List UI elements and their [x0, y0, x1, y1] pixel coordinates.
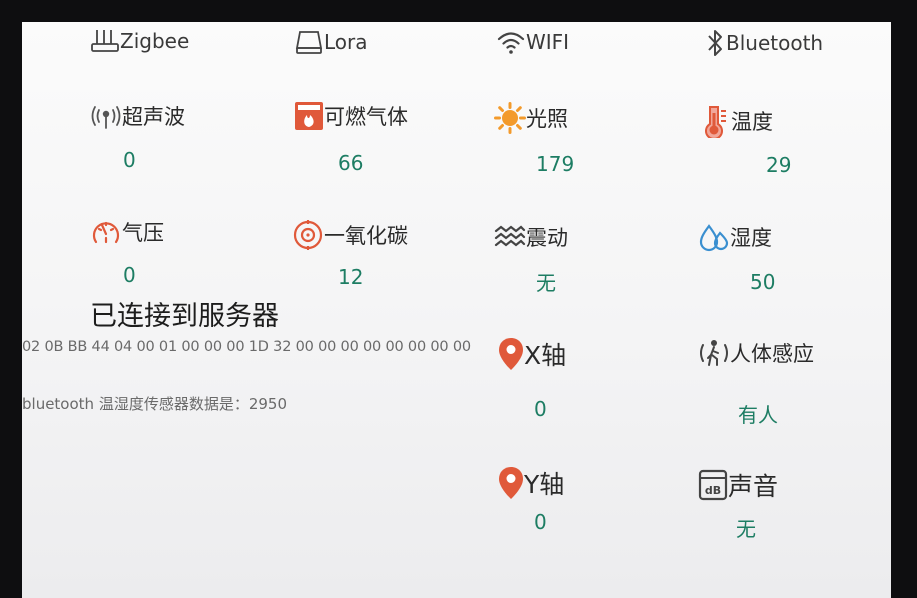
connection-status-title: 已连接到服务器: [90, 301, 279, 332]
pressure-label: 气压: [122, 221, 164, 245]
target-icon: [292, 219, 324, 251]
bluetooth-icon: [704, 28, 726, 58]
location-pin-icon: [498, 337, 524, 371]
light-item[interactable]: 光照: [494, 102, 568, 134]
humidity-value: 50: [750, 270, 776, 294]
y-axis-value: 0: [534, 510, 547, 534]
thermometer-icon: [699, 104, 731, 138]
zigbee-label: Zigbee: [120, 29, 190, 53]
vibration-item[interactable]: 震动: [494, 222, 568, 252]
gas-label: 可燃气体: [324, 105, 408, 129]
location-pin-icon: [498, 466, 524, 500]
humidity-item[interactable]: 湿度: [698, 222, 772, 252]
wave-icon: [494, 223, 526, 251]
pressure-item[interactable]: 气压: [90, 217, 164, 247]
lora-label: Lora: [324, 30, 368, 54]
co-item[interactable]: 一氧化碳: [292, 219, 408, 251]
wifi-label: WIFI: [526, 30, 570, 54]
sun-icon: [494, 102, 526, 134]
gauge-icon: [90, 217, 122, 247]
y-axis-label: Y轴: [524, 470, 565, 499]
x-axis-item[interactable]: X轴: [498, 336, 566, 372]
router-icon: [90, 26, 120, 56]
ultrasonic-item[interactable]: 超声波: [90, 100, 185, 132]
hex-data-line: 02 0B BB 44 04 00 01 00 00 00 1D 32 00 0…: [22, 339, 471, 355]
wifi-item[interactable]: WIFI: [496, 28, 569, 56]
bluetooth-item[interactable]: Bluetooth: [704, 28, 823, 58]
db-icon: dB: [698, 469, 728, 501]
co-value: 12: [338, 265, 364, 289]
sound-label: 声音: [728, 472, 779, 501]
sound-item[interactable]: dB 声音: [698, 467, 778, 503]
presence-label: 人体感应: [730, 342, 814, 366]
bluetooth-label: Bluetooth: [726, 31, 824, 55]
bluetooth-message: bluetooth 温湿度传感器数据是：2950: [22, 395, 287, 413]
device-icon: [294, 28, 324, 56]
presence-item[interactable]: 人体感应: [698, 337, 814, 369]
ultrasonic-value: 0: [123, 148, 136, 172]
co-label: 一氧化碳: [324, 224, 408, 248]
y-axis-item[interactable]: Y轴: [498, 465, 564, 501]
droplet-icon: [698, 222, 730, 252]
gas-item[interactable]: 可燃气体: [294, 100, 408, 132]
temperature-value: 29: [766, 153, 792, 177]
temperature-item[interactable]: 温度: [699, 104, 773, 138]
light-label: 光照: [526, 107, 568, 131]
x-axis-value: 0: [534, 397, 547, 421]
person-icon: [698, 337, 730, 369]
zigbee-item[interactable]: Zigbee: [90, 26, 189, 56]
vibration-label: 震动: [526, 226, 568, 250]
signal-icon: [90, 100, 122, 132]
gas-value: 66: [338, 151, 364, 175]
flame-icon: [294, 100, 324, 132]
vibration-value: 无: [536, 271, 556, 295]
humidity-label: 湿度: [730, 226, 772, 250]
ultrasonic-label: 超声波: [122, 105, 185, 129]
temperature-label: 温度: [731, 110, 773, 134]
pressure-value: 0: [123, 263, 136, 287]
app-screen: Zigbee Lora WIFI Bluetooth 超声波 0 可燃气体 66…: [22, 22, 891, 598]
lora-item[interactable]: Lora: [294, 28, 368, 56]
x-axis-label: X轴: [524, 341, 567, 370]
sound-value: 无: [736, 517, 756, 541]
wifi-icon: [496, 28, 526, 56]
light-value: 179: [536, 152, 575, 176]
presence-value: 有人: [738, 403, 778, 427]
svg-text:dB: dB: [705, 484, 721, 497]
